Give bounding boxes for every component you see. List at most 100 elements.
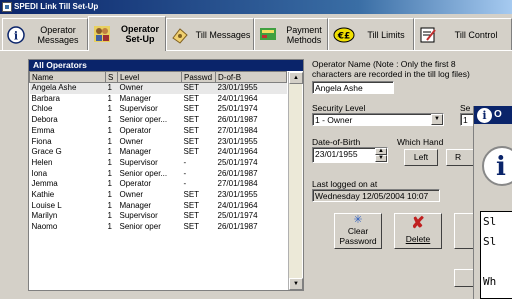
- tab-label: Operator Set-Up: [120, 24, 159, 44]
- dialog-line: [483, 252, 512, 272]
- group-title: All Operators: [29, 60, 303, 71]
- tab-till-control[interactable]: Till Control: [414, 18, 512, 50]
- dob-label: Date-of-Birth: [312, 137, 361, 147]
- dob-input[interactable]: 23/01/1955 ▲ ▼: [312, 147, 388, 163]
- dialog-text: Sl Sl Wh: [480, 211, 512, 299]
- partial-button-bottom[interactable]: [454, 269, 474, 287]
- table-cell: Supervisor: [119, 104, 158, 114]
- till-control-icon: [419, 26, 437, 44]
- operator-name-input[interactable]: Angela Ashe: [312, 81, 394, 94]
- dialog-line: Sl: [483, 235, 497, 248]
- table-row[interactable]: Chloe 1 Supervisor SET 25/01/1974: [30, 104, 287, 115]
- table-cell: 1: [107, 104, 112, 114]
- right-hand-button[interactable]: R: [446, 149, 476, 166]
- column-header-dob[interactable]: D-of-B: [215, 71, 287, 83]
- column-header-name[interactable]: Name: [29, 71, 106, 83]
- column-header-passwd[interactable]: Passwd: [181, 71, 216, 83]
- payment-icon: [259, 26, 277, 44]
- column-header-level[interactable]: Level: [117, 71, 182, 83]
- tab-operator-messages[interactable]: i Operator Messages: [2, 18, 88, 50]
- till-limits-icon: €£: [333, 26, 355, 44]
- table-cell: SET: [183, 125, 200, 135]
- table-cell: Grace G: [31, 147, 62, 157]
- red-x-icon: ✘: [411, 215, 425, 232]
- password-label: Password: [339, 236, 377, 246]
- tab-strip: i Operator Messages Operator Set-Up Till…: [0, 16, 512, 51]
- dialog-line: Wh: [483, 275, 497, 288]
- tab-label: Till Limits: [367, 29, 405, 40]
- table-row[interactable]: Naomo 1 Senior oper SET 26/01/1987: [30, 222, 287, 233]
- table-cell: Owner: [119, 136, 144, 146]
- table-row[interactable]: Jemma 1 Operator - 27/01/1984: [30, 179, 287, 190]
- tab-till-messages[interactable]: Till Messages: [166, 18, 254, 50]
- table-row[interactable]: Grace G 1 Manager SET 24/01/1964: [30, 147, 287, 158]
- column-header-s[interactable]: S: [105, 71, 118, 83]
- table-cell: Manager: [119, 93, 152, 103]
- table-row[interactable]: Fiona 1 Owner SET 23/01/1955: [30, 137, 287, 148]
- table-cell: SET: [183, 222, 200, 232]
- svg-text:€£: €£: [337, 31, 351, 41]
- last-logged-value: Wednesday 12/05/2004 10:07: [312, 189, 440, 202]
- table-row[interactable]: Louise L 1 Manager SET 24/01/1964: [30, 201, 287, 212]
- table-cell: 27/01/1984: [217, 125, 258, 135]
- table-cell: 1: [107, 190, 112, 200]
- table-cell: SET: [183, 211, 200, 221]
- se-input[interactable]: 1: [460, 113, 474, 126]
- tab-label: Till Control: [454, 29, 498, 40]
- table-cell: -: [183, 179, 187, 189]
- sparkle-icon: ✳: [353, 214, 363, 226]
- operators-table[interactable]: Name S Level Passwd D-of-B Angela Ashe 1 O…: [29, 71, 287, 233]
- table-cell: 26/01/1987: [217, 168, 258, 178]
- spin-up-icon[interactable]: ▲: [375, 148, 387, 155]
- table-cell: 1: [107, 222, 112, 232]
- table-cell: 1: [107, 157, 112, 167]
- chevron-down-icon[interactable]: ▼: [431, 114, 443, 125]
- table-row[interactable]: Marilyn 1 Supervisor SET 25/01/1974: [30, 211, 287, 222]
- table-cell: SET: [183, 200, 200, 210]
- security-level-select[interactable]: 1 - Owner ▼: [312, 113, 444, 126]
- table-cell: Helen: [31, 157, 53, 167]
- table-cell: 1: [107, 136, 112, 146]
- table-row[interactable]: Kathie 1 Owner SET 23/01/1955: [30, 190, 287, 201]
- scroll-up-button[interactable]: ▲: [289, 72, 303, 84]
- table-cell: Owner: [117, 82, 182, 94]
- dialog-title: O: [494, 109, 502, 120]
- table-cell: Louise L: [31, 200, 62, 210]
- tab-till-limits[interactable]: €£ Till Limits: [328, 18, 414, 50]
- app-icon: [2, 2, 12, 12]
- spin-down-icon[interactable]: ▼: [375, 155, 387, 162]
- table-cell: Kathie: [31, 190, 55, 200]
- table-cell: Jemma: [31, 179, 58, 189]
- table-cell: SET: [183, 115, 200, 125]
- tab-operator-setup[interactable]: Operator Set-Up: [88, 16, 166, 51]
- table-cell: Senior oper...: [119, 115, 168, 125]
- table-row[interactable]: Helen 1 Supervisor - 25/01/1974: [30, 158, 287, 169]
- table-cell: 25/01/1974: [217, 157, 258, 167]
- table-row[interactable]: Emma 1 Operator SET 27/01/1984: [30, 126, 287, 137]
- table-cell: 27/01/1984: [217, 179, 258, 189]
- table-cell: 25/01/1974: [217, 104, 258, 114]
- table-row[interactable]: Iona 1 Senior oper... - 26/01/1987: [30, 169, 287, 180]
- clear-password-button[interactable]: ✳ Clear Password: [334, 213, 382, 249]
- operators-scrollbar[interactable]: ▲ ▼: [288, 72, 303, 290]
- left-hand-button[interactable]: Left: [404, 149, 438, 166]
- table-cell: Angela Ashe: [29, 82, 106, 94]
- table-cell: 1: [107, 125, 112, 135]
- delete-button[interactable]: ✘ Delete: [394, 213, 442, 249]
- last-logged-label: Last logged on at: [312, 179, 378, 189]
- partial-button[interactable]: [454, 213, 474, 249]
- tab-payment-methods[interactable]: Payment Methods: [254, 18, 328, 50]
- info-icon: i: [477, 108, 492, 123]
- table-cell: Iona: [31, 168, 48, 178]
- table-cell: SET: [183, 147, 200, 157]
- table-row[interactable]: Debora 1 Senior oper... SET 26/01/1987: [30, 115, 287, 126]
- table-cell: SET: [181, 82, 216, 94]
- table-cell: 23/01/1955: [217, 136, 258, 146]
- table-row[interactable]: Barbara 1 Manager SET 24/01/1964: [30, 94, 287, 105]
- table-row[interactable]: Angela Ashe 1 Owner SET 23/01/1955: [29, 82, 287, 94]
- table-header-row: Name S Level Passwd D-of-B: [29, 71, 287, 83]
- scroll-down-button[interactable]: ▼: [289, 278, 303, 290]
- table-cell: 24/01/1964: [217, 147, 258, 157]
- table-cell: 1: [107, 147, 112, 157]
- tab-label: Operator Messages: [37, 24, 79, 45]
